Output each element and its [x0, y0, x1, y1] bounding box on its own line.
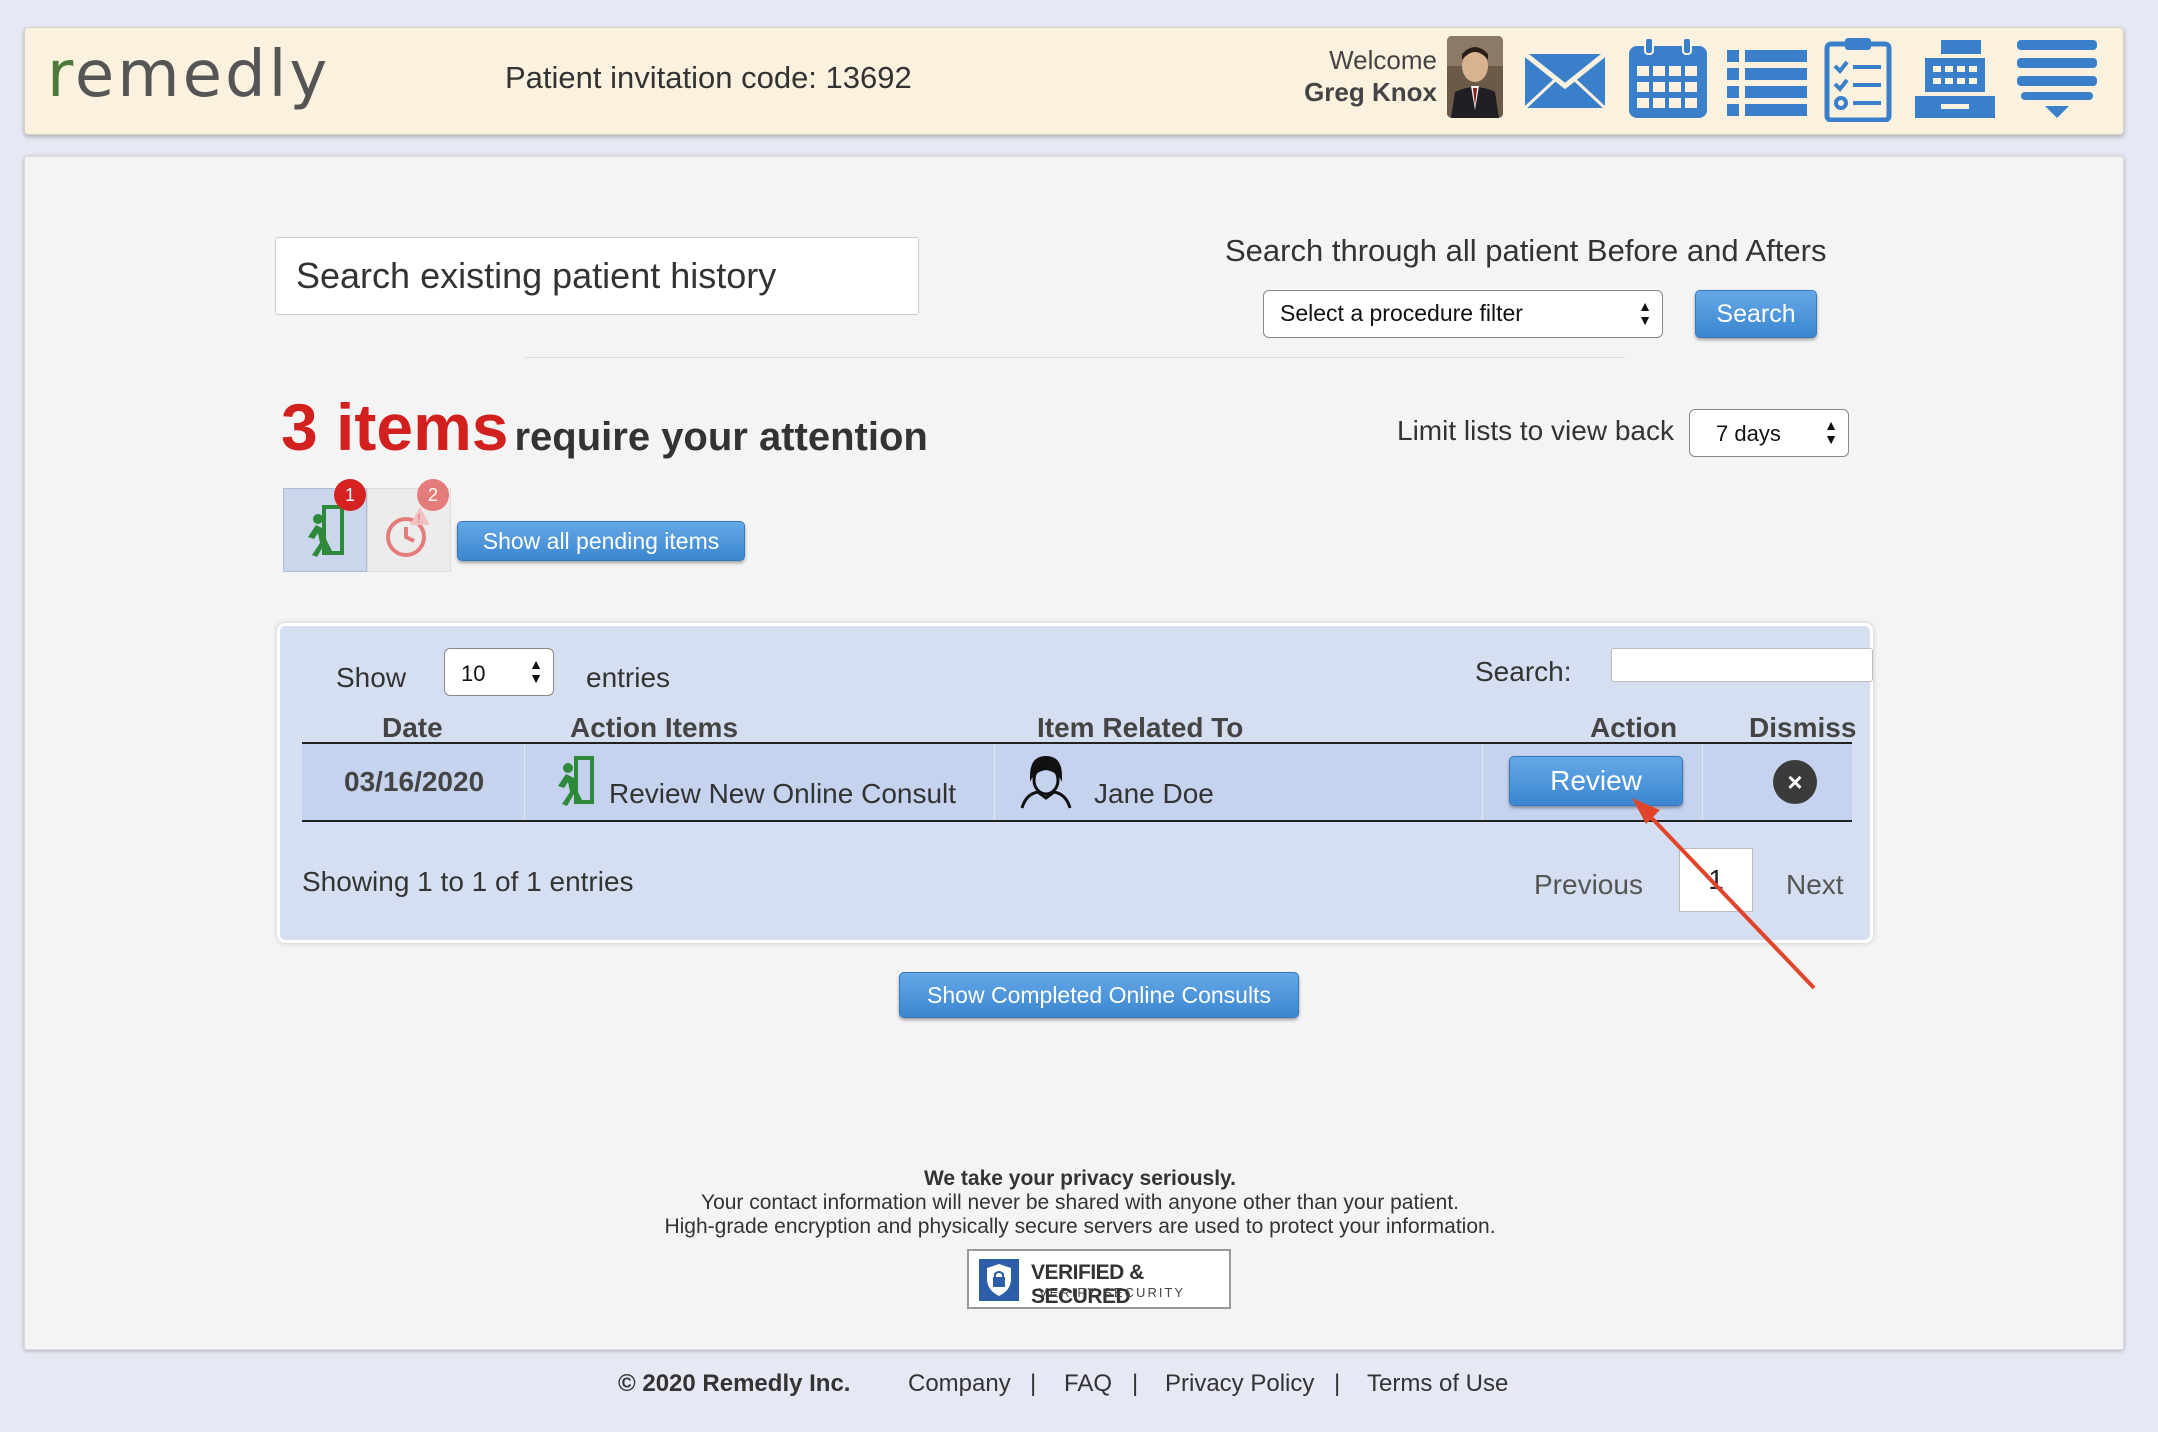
shield-lock-icon [979, 1259, 1019, 1301]
privacy-headline: We take your privacy seriously. [923, 1167, 1237, 1190]
show-pending-items-button[interactable]: Show all pending items [457, 521, 745, 561]
divider [525, 357, 1625, 358]
patient-history-search-input[interactable] [275, 237, 919, 315]
table-row: 03/16/2020 Review New Online Consult Jan… [302, 744, 1852, 820]
entries-per-page-select[interactable]: 10 ▲ ▼ [444, 648, 554, 696]
pagination-page-1[interactable]: 1 [1679, 848, 1753, 912]
avatar[interactable] [1447, 36, 1503, 118]
before-afters-title: Search through all patient Before and Af… [1225, 233, 1827, 268]
list-icon[interactable] [1725, 36, 1809, 122]
cell-separator [1482, 744, 1483, 820]
user-name[interactable]: Greg Knox [1304, 76, 1437, 108]
calendar-icon[interactable] [1625, 36, 1711, 122]
procedure-filter-select[interactable]: Select a procedure filter ▲ ▼ [1263, 290, 1663, 338]
table-search-label: Search: [1475, 656, 1572, 687]
column-header-dismiss[interactable]: Dismiss [1749, 712, 1856, 744]
footer-link-faq[interactable]: FAQ [1064, 1370, 1112, 1398]
procedure-filter-value: Select a procedure filter [1280, 300, 1523, 326]
footer-link-company[interactable]: Company [908, 1370, 1011, 1398]
exit-door-icon [558, 756, 594, 806]
footer-link-terms-of-use[interactable]: Terms of Use [1367, 1370, 1508, 1398]
footer-link-privacy-policy[interactable]: Privacy Policy [1165, 1370, 1314, 1398]
svg-text:!: ! [417, 510, 421, 526]
column-header-action[interactable]: Action [1590, 712, 1677, 744]
privacy-line-1: Your contact information will never be s… [700, 1191, 1459, 1214]
select-arrows-icon: ▲ ▼ [1824, 417, 1838, 447]
seal-subtitle: VERIFY SECURITY [1039, 1285, 1186, 1300]
mail-icon[interactable] [1522, 36, 1608, 122]
remedly-logo[interactable]: remedly [47, 38, 330, 112]
action-items-table: Show 10 ▲ ▼ entries Search: Date Action I… [277, 623, 1873, 943]
select-arrows-icon: ▲ ▼ [1638, 298, 1652, 328]
cell-separator [994, 744, 995, 820]
checklist-icon[interactable] [1823, 36, 1893, 122]
entries-per-page-value: 10 [461, 661, 486, 686]
cell-separator [1702, 744, 1703, 820]
search-button[interactable]: Search [1695, 290, 1817, 338]
notification-badge: 2 [417, 479, 449, 511]
column-header-action-items[interactable]: Action Items [570, 712, 738, 744]
cash-register-icon[interactable] [1911, 36, 1999, 122]
show-completed-consults-button[interactable]: Show Completed Online Consults [899, 972, 1299, 1018]
row-related-patient[interactable]: Jane Doe [1094, 778, 1214, 810]
main-panel: Search through all patient Before and Af… [24, 156, 2124, 1350]
dismiss-icon[interactable]: × [1773, 760, 1817, 804]
table-search-input[interactable] [1611, 648, 1873, 682]
attention-heading: 3 items require your attention [281, 389, 928, 465]
patient-avatar-icon [1020, 756, 1072, 809]
top-header: remedly Patient invitation code: 13692 W… [24, 27, 2124, 135]
table-info: Showing 1 to 1 of 1 entries [302, 866, 634, 897]
show-label: Show [336, 662, 407, 693]
footer-separator: | [1132, 1370, 1139, 1397]
cell-separator [524, 744, 525, 820]
limit-days-select[interactable]: 7 days ▲ ▼ [1689, 409, 1849, 457]
pagination-previous[interactable]: Previous [1534, 869, 1643, 901]
row-action-item: Review New Online Consult [609, 778, 957, 809]
row-date: 03/16/2020 [344, 766, 485, 797]
user-portrait-icon [1447, 36, 1503, 118]
notification-badge: 1 [334, 479, 366, 511]
review-button[interactable]: Review [1509, 756, 1683, 806]
limit-view-label: Limit lists to view back [1397, 415, 1674, 446]
footer-copyright: © 2020 Remedly Inc. [618, 1370, 851, 1397]
welcome-label: Welcome [1329, 45, 1437, 75]
menu-icon[interactable] [2015, 36, 2099, 122]
footer-separator: | [1030, 1370, 1037, 1397]
limit-days-value: 7 days [1716, 421, 1781, 446]
table-footer-rule [302, 820, 1852, 822]
column-header-date[interactable]: Date [382, 712, 443, 744]
welcome-block: Welcome Greg Knox [1304, 44, 1437, 108]
pagination-next[interactable]: Next [1786, 869, 1844, 901]
select-arrows-icon: ▲ ▼ [529, 656, 543, 686]
column-header-related-to[interactable]: Item Related To [1037, 712, 1243, 744]
entries-label: entries [586, 662, 671, 693]
attention-text: require your attention [514, 415, 928, 459]
privacy-line-2: High-grade encryption and physically sec… [664, 1215, 1496, 1238]
footer-separator: | [1334, 1370, 1341, 1397]
verified-secured-seal[interactable]: VERIFIED & SECURED VERIFY SECURITY [967, 1249, 1231, 1309]
attention-count: 3 items [281, 390, 509, 464]
patient-invitation-code: Patient invitation code: 13692 [505, 60, 912, 95]
